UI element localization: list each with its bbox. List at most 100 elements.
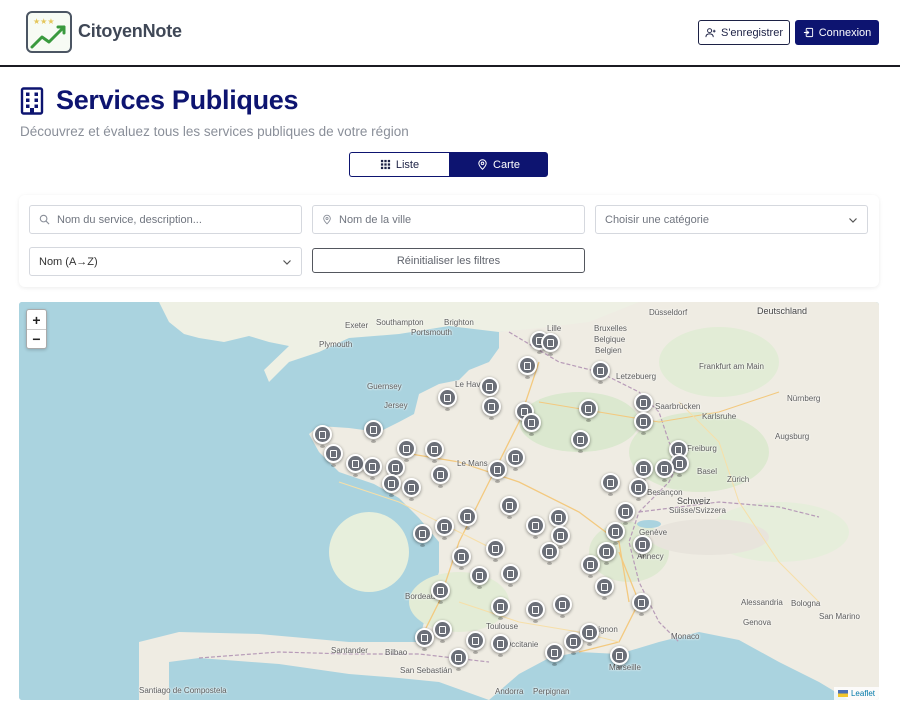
map-view[interactable]: Exeter Southampton Brighton Portsmouth P… (19, 302, 879, 700)
map-label: Belgien (595, 346, 622, 355)
service-marker[interactable] (480, 377, 499, 400)
flag-icon (837, 690, 848, 697)
city-field[interactable] (312, 205, 585, 234)
service-marker[interactable] (526, 600, 545, 623)
logo[interactable]: ★★★ (26, 11, 72, 53)
service-marker[interactable] (346, 454, 365, 477)
list-view-button[interactable]: Liste (349, 152, 449, 177)
service-marker[interactable] (491, 597, 510, 620)
service-marker[interactable] (413, 524, 432, 547)
service-marker[interactable] (616, 502, 635, 525)
login-icon (803, 27, 813, 38)
map-label: Occitanie (505, 640, 539, 649)
service-marker[interactable] (501, 564, 520, 587)
service-marker[interactable] (491, 634, 510, 657)
service-marker[interactable] (486, 539, 505, 562)
service-marker[interactable] (364, 420, 383, 443)
service-marker[interactable] (482, 397, 501, 420)
service-marker[interactable] (553, 595, 572, 618)
service-marker[interactable] (579, 399, 598, 422)
service-marker[interactable] (581, 555, 600, 578)
category-selected: Choisir une catégorie (605, 213, 709, 226)
service-marker[interactable] (610, 646, 629, 669)
category-select[interactable]: Choisir une catégorie (595, 205, 868, 234)
service-marker[interactable] (382, 474, 401, 497)
service-marker[interactable] (397, 439, 416, 462)
login-label: Connexion (818, 26, 872, 39)
service-marker[interactable] (634, 393, 653, 416)
service-marker[interactable] (629, 478, 648, 501)
map-view-label: Carte (493, 158, 520, 171)
map-label: Perpignan (533, 687, 570, 696)
service-marker[interactable] (634, 412, 653, 435)
search-field[interactable] (29, 205, 302, 234)
zoom-in-button[interactable]: + (27, 310, 46, 329)
zoom-out-button[interactable]: − (27, 329, 46, 348)
map-label: Andorra (495, 687, 524, 696)
city-input[interactable] (339, 213, 584, 226)
service-marker[interactable] (541, 333, 560, 356)
service-marker[interactable] (488, 460, 507, 483)
service-marker[interactable] (545, 643, 564, 666)
chevron-down-icon (283, 260, 291, 265)
map-attribution[interactable]: Leaflet (833, 687, 879, 700)
service-marker[interactable] (655, 459, 674, 482)
service-marker[interactable] (458, 507, 477, 530)
map-label: Monaco (671, 632, 700, 641)
service-marker[interactable] (522, 413, 541, 436)
service-marker[interactable] (466, 631, 485, 654)
service-marker[interactable] (595, 577, 614, 600)
map-label: San Sebastián (400, 666, 453, 675)
service-marker[interactable] (632, 593, 651, 616)
service-marker[interactable] (571, 430, 590, 453)
map-label: Nürnberg (787, 394, 821, 403)
service-marker[interactable] (606, 522, 625, 545)
search-icon (39, 214, 50, 225)
service-marker[interactable] (518, 356, 537, 379)
service-marker[interactable] (540, 542, 559, 565)
map-label: Toulouse (486, 622, 519, 631)
attribution-label: Leaflet (850, 689, 875, 698)
service-marker[interactable] (431, 581, 450, 604)
service-marker[interactable] (500, 496, 519, 519)
service-marker[interactable] (526, 516, 545, 539)
service-marker[interactable] (506, 448, 525, 471)
service-marker[interactable] (438, 388, 457, 411)
map-label: Plymouth (319, 340, 353, 349)
service-marker[interactable] (549, 508, 568, 531)
service-marker[interactable] (634, 459, 653, 482)
map-label: Guernsey (367, 382, 402, 391)
service-marker[interactable] (363, 457, 382, 480)
map-label: Southampton (376, 318, 424, 327)
service-marker[interactable] (435, 517, 454, 540)
brand-name[interactable]: CitoyenNote (78, 21, 182, 42)
service-marker[interactable] (402, 478, 421, 501)
map-label: San Marino (819, 612, 860, 621)
service-marker[interactable] (433, 620, 452, 643)
service-marker[interactable] (580, 623, 599, 646)
search-input[interactable] (57, 213, 301, 226)
service-marker[interactable] (633, 535, 652, 558)
service-marker[interactable] (425, 440, 444, 463)
service-marker[interactable] (591, 361, 610, 384)
service-marker[interactable] (470, 566, 489, 589)
sort-select[interactable]: Nom (A→Z) (29, 247, 302, 276)
service-marker[interactable] (449, 648, 468, 671)
service-marker[interactable] (597, 542, 616, 565)
login-button[interactable]: Connexion (795, 20, 879, 45)
service-marker[interactable] (415, 628, 434, 651)
map-label: Belgique (594, 335, 626, 344)
map-view-button[interactable]: Carte (449, 152, 548, 177)
service-marker[interactable] (601, 473, 620, 496)
service-marker[interactable] (452, 547, 471, 570)
service-marker[interactable] (324, 444, 343, 467)
view-toggle: Liste Carte (349, 152, 548, 177)
service-marker[interactable] (313, 425, 332, 448)
zoom-control: + − (26, 309, 47, 349)
sort-selected: Nom (A→Z) (39, 255, 98, 268)
map-label: Marseille (609, 663, 642, 672)
register-button[interactable]: S'enregistrer (698, 20, 790, 45)
service-marker[interactable] (431, 465, 450, 488)
register-label: S'enregistrer (720, 26, 783, 39)
reset-filters-button[interactable]: Réinitialiser les filtres (312, 248, 585, 273)
